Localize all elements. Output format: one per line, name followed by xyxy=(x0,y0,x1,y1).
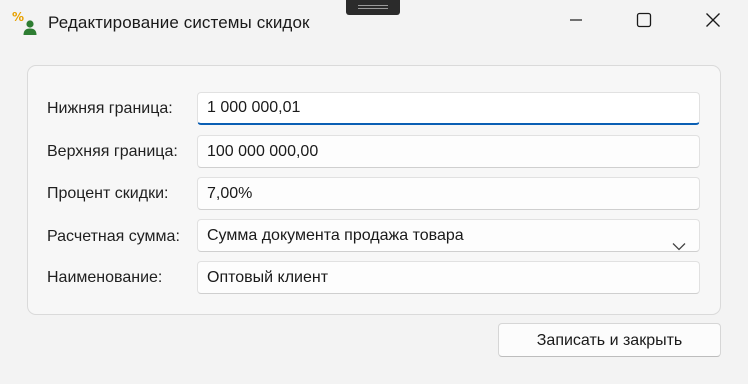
upper-bound-value: 100 000 000,00 xyxy=(207,143,319,160)
svg-text:%: % xyxy=(12,10,24,24)
chevron-down-icon[interactable] xyxy=(672,231,686,262)
calc-amount-value: Сумма документа продажа товара xyxy=(207,227,464,244)
close-button[interactable] xyxy=(690,0,736,44)
minimize-icon xyxy=(569,13,583,32)
maximize-button[interactable] xyxy=(621,0,667,44)
name-value: Оптовый клиент xyxy=(207,269,329,286)
window-title: Редактирование системы скидок xyxy=(48,13,310,32)
save-and-close-button[interactable]: Записать и закрыть xyxy=(498,323,721,357)
maximize-icon xyxy=(636,12,652,33)
discount-percent-label: Процент скидки: xyxy=(47,185,169,202)
name-label: Наименование: xyxy=(47,269,163,286)
dialog-window: % Редактирование системы скидок Нижняя г… xyxy=(0,0,748,384)
upper-bound-input[interactable]: 100 000 000,00 xyxy=(197,135,700,168)
name-input[interactable]: Оптовый клиент xyxy=(197,261,700,294)
lower-bound-label: Нижняя граница: xyxy=(47,100,173,117)
lower-bound-value: 1 000 000,01 xyxy=(207,99,301,116)
calc-amount-label: Расчетная сумма: xyxy=(47,228,180,245)
upper-bound-label: Верхняя граница: xyxy=(47,143,178,160)
title-bar[interactable]: % Редактирование системы скидок xyxy=(0,0,748,44)
percent-user-icon: % xyxy=(12,10,38,36)
lower-bound-input[interactable]: 1 000 000,01 xyxy=(197,92,700,125)
close-icon xyxy=(705,12,721,33)
calc-amount-select[interactable]: Сумма документа продажа товара xyxy=(197,219,700,252)
discount-percent-input[interactable]: 7,00% xyxy=(197,177,700,210)
discount-percent-value: 7,00% xyxy=(207,185,253,202)
minimize-button[interactable] xyxy=(553,0,599,44)
